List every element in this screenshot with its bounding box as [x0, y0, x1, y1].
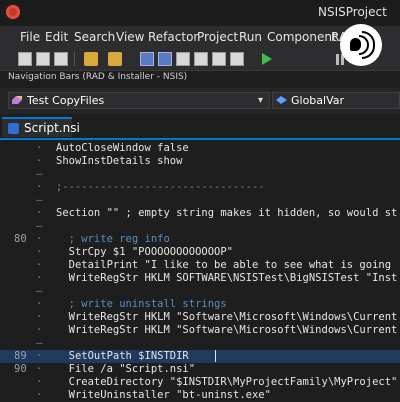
- title-bar: NSISProject: [0, 0, 400, 26]
- code-line[interactable]: · ShowInstDetails show: [0, 155, 400, 168]
- line-marker: –: [36, 285, 43, 297]
- line-marker: ·: [36, 311, 43, 323]
- line-marker: ·: [36, 155, 43, 167]
- open-project-icon[interactable]: [108, 52, 122, 66]
- code-line[interactable]: 80 · ; write reg info: [0, 233, 400, 246]
- code-text: DetailPrint "I like to be able to see wh…: [56, 259, 392, 271]
- open-folder-icon[interactable]: [84, 52, 98, 66]
- line-marker: ·: [36, 207, 43, 219]
- new-project-icon[interactable]: [36, 52, 50, 66]
- code-text: File /a "Script.nsi": [56, 363, 196, 375]
- menu-component[interactable]: Component: [267, 30, 337, 44]
- code-text: ;--------------------------------: [56, 181, 265, 193]
- variable-combo[interactable]: GlobalVar: [272, 92, 400, 109]
- code-text: WriteRegStr HKLM "Software\Microsoft\Win…: [56, 311, 398, 323]
- podcast-logo: [340, 24, 382, 66]
- toolbar: [0, 48, 400, 71]
- app-icon: [6, 5, 20, 19]
- pause-icon[interactable]: [336, 54, 339, 65]
- code-line[interactable]: · CreateDirectory "$INSTDIR\MyProjectFam…: [0, 376, 400, 389]
- code-line[interactable]: · WriteRegStr HKLM "Software\Microsoft\W…: [0, 324, 400, 337]
- replace-icon[interactable]: [230, 52, 244, 66]
- menu-file[interactable]: File: [20, 30, 40, 44]
- line-marker: ·: [36, 272, 43, 284]
- menu-run[interactable]: Run: [239, 30, 262, 44]
- run-play-icon[interactable]: [262, 53, 272, 65]
- code-editor[interactable]: · AutoCloseWindow false · ShowInstDetails s…: [0, 140, 400, 402]
- code-text: AutoCloseWindow false: [56, 142, 189, 154]
- code-text: StrCpy $1 "POOOOOOOOOOOOP": [56, 246, 234, 258]
- window-title: NSISProject: [318, 5, 387, 19]
- line-marker: ·: [36, 246, 43, 258]
- code-line[interactable]: · ;--------------------------------: [0, 181, 400, 194]
- line-marker: –: [36, 194, 43, 206]
- navigation-bars-label: Navigation Bars (RAD & Installer - NSIS): [8, 72, 188, 82]
- editor-tab-strip: Script.nsi: [0, 116, 400, 140]
- code-line[interactable]: · Section "" ; empty string makes it hidd…: [0, 207, 400, 220]
- code-line[interactable]: · WriteRegStr HKLM "Software\Microsoft\W…: [0, 311, 400, 324]
- code-line[interactable]: 90 · File /a "Script.nsi": [0, 363, 400, 376]
- code-text: ShowInstDetails show: [56, 155, 183, 167]
- print-icon[interactable]: [194, 52, 208, 66]
- line-marker: ·: [36, 350, 43, 362]
- text-caret: [215, 350, 216, 362]
- procedure-icon: [12, 96, 22, 104]
- code-line[interactable]: –: [0, 337, 400, 350]
- code-line[interactable]: · WriteUninstaller "bt-uninst.exe": [0, 389, 400, 402]
- code-line[interactable]: · WriteRegStr HKLM SOFTWARE\NSISTest\Big…: [0, 272, 400, 285]
- code-line[interactable]: –: [0, 168, 400, 181]
- copy-icon[interactable]: [54, 52, 68, 66]
- code-text: Section "" ; empty string makes it hidde…: [56, 207, 398, 219]
- menu-project[interactable]: Project: [197, 30, 238, 44]
- sound-wave-outer-icon: [362, 31, 375, 59]
- line-marker: ·: [36, 181, 43, 193]
- line-marker: ·: [36, 376, 43, 388]
- line-marker: ·: [36, 389, 43, 401]
- save-all-icon[interactable]: [158, 52, 172, 66]
- line-marker: –: [36, 168, 43, 180]
- code-text: ; write reg info: [56, 233, 170, 245]
- code-line[interactable]: –: [0, 285, 400, 298]
- close-file-icon[interactable]: [176, 52, 190, 66]
- new-file-icon[interactable]: [18, 52, 32, 66]
- code-text: CreateDirectory "$INSTDIR\MyProjectFamil…: [56, 376, 398, 388]
- tab-script-nsi[interactable]: Script.nsi: [2, 117, 80, 137]
- code-text: WriteRegStr HKLM SOFTWARE\NSISTest\BigNS…: [56, 272, 398, 284]
- code-line[interactable]: · StrCpy $1 "POOOOOOOOOOOOP": [0, 246, 400, 259]
- toolbar-separator: [74, 52, 75, 66]
- code-line[interactable]: –: [0, 194, 400, 207]
- navigation-bar: Test CopyFiles ▾ GlobalVar: [0, 88, 400, 114]
- line-marker: ·: [36, 233, 43, 245]
- code-text: ; write uninstall strings: [56, 298, 227, 310]
- line-marker: ·: [36, 298, 43, 310]
- code-text: WriteUninstaller "bt-uninst.exe": [56, 389, 271, 401]
- code-line[interactable]: –: [0, 220, 400, 233]
- menu-view[interactable]: View: [116, 30, 144, 44]
- menu-search[interactable]: Search: [74, 30, 115, 44]
- save-icon[interactable]: [140, 52, 154, 66]
- line-marker: –: [36, 220, 43, 232]
- procedure-combo[interactable]: Test CopyFiles: [8, 92, 270, 109]
- menu-edit[interactable]: Edit: [45, 30, 68, 44]
- code-text: SetOutPath $INSTDIR: [56, 350, 189, 362]
- file-icon: [8, 123, 19, 134]
- line-marker: ·: [36, 363, 43, 375]
- line-marker: –: [36, 337, 43, 349]
- line-marker: ·: [36, 142, 43, 154]
- code-line[interactable]: 89 · SetOutPath $INSTDIR: [0, 350, 400, 363]
- variable-icon: [276, 96, 287, 104]
- code-text: WriteRegStr HKLM "Software\Microsoft\Win…: [56, 324, 398, 336]
- find-icon[interactable]: [212, 52, 226, 66]
- code-line[interactable]: · ; write uninstall strings: [0, 298, 400, 311]
- tab-label: Script.nsi: [24, 121, 80, 135]
- code-line[interactable]: · AutoCloseWindow false: [0, 142, 400, 155]
- procedure-combo-value: Test CopyFiles: [27, 94, 105, 107]
- line-marker: ·: [36, 259, 43, 271]
- code-line[interactable]: · DetailPrint "I like to be able to see …: [0, 259, 400, 272]
- variable-combo-value: GlobalVar: [291, 94, 345, 107]
- menu-refactor[interactable]: Refactor: [148, 30, 198, 44]
- line-marker: ·: [36, 324, 43, 336]
